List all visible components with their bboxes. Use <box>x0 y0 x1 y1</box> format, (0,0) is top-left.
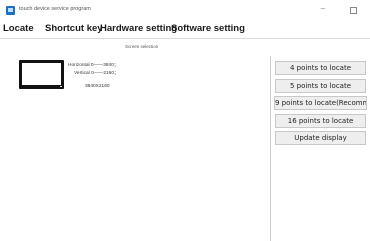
monitor-icon[interactable] <box>19 60 64 92</box>
minimize-button[interactable]: – <box>316 3 330 15</box>
tab-hardware-setting[interactable]: Hardware setting <box>100 23 177 34</box>
tab-bar: Locate Shortcut key Hardware setting Sof… <box>0 20 370 39</box>
sixteen-points-locate-button[interactable]: 16 points to locate <box>275 114 366 128</box>
monitor-led <box>60 86 62 87</box>
monitor-screen <box>22 63 61 85</box>
window-title: touch device service program <box>19 6 91 12</box>
maximize-icon[interactable] <box>350 7 357 14</box>
nine-points-locate-button[interactable]: 9 points to locate(Recommen <box>274 96 367 110</box>
screen-selection-label: Screen selection <box>125 44 159 49</box>
vertical-range: Vertical 0——2160； <box>74 71 119 76</box>
four-points-locate-button[interactable]: 4 points to locate <box>275 61 366 75</box>
resolution-label: 3840X2160 <box>85 84 110 89</box>
panel-divider <box>270 56 271 241</box>
five-points-locate-button[interactable]: 5 points to locate <box>275 79 366 93</box>
update-display-button[interactable]: Update display <box>275 131 366 145</box>
title-bar: touch device service program – <box>0 0 370 20</box>
tab-software-setting[interactable]: Software setting <box>171 23 245 34</box>
app-icon <box>6 6 15 15</box>
horizontal-range: Horizontal 0——3840； <box>68 63 119 68</box>
tab-locate[interactable]: Locate <box>3 23 34 34</box>
tab-shortcut-key[interactable]: Shortcut key <box>45 23 103 34</box>
